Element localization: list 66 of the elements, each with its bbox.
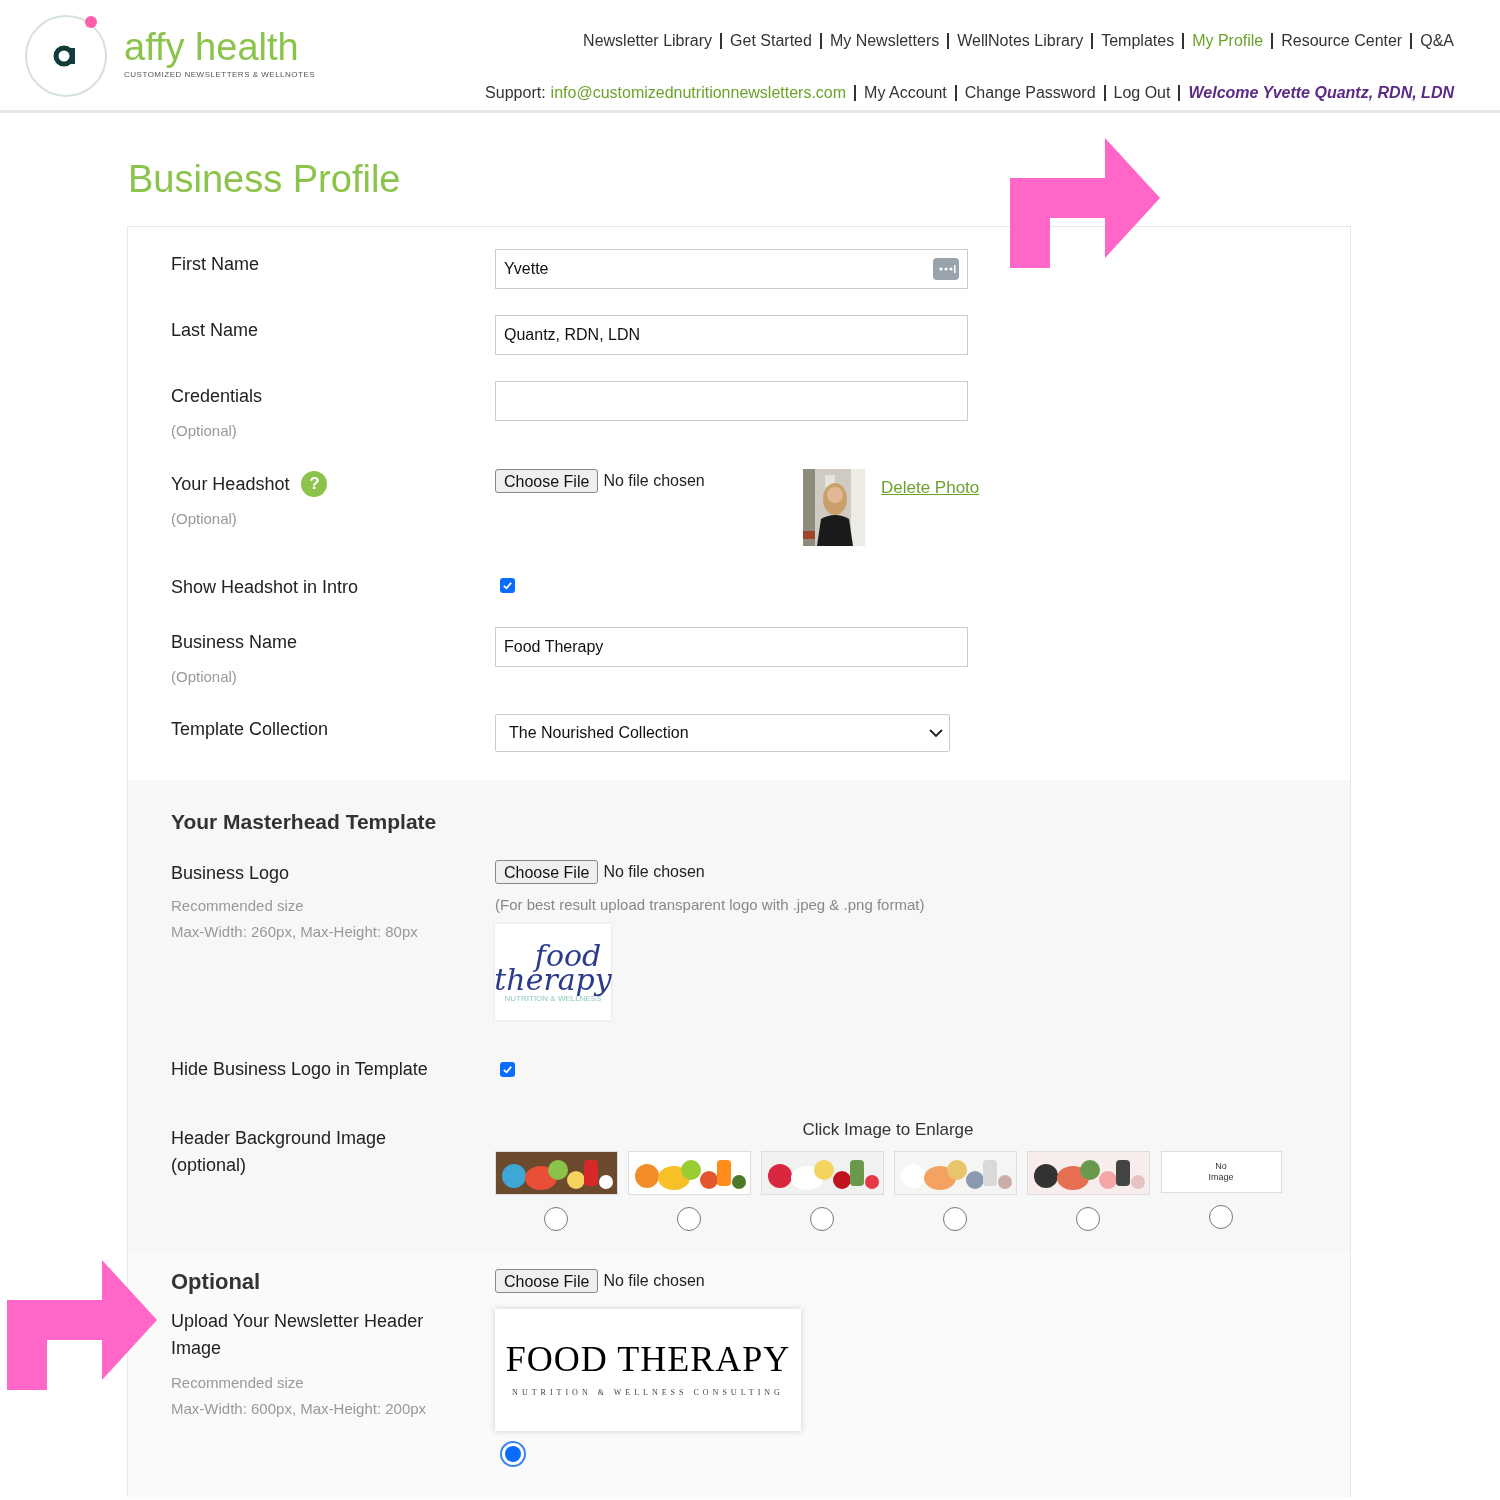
size-hint: Recommended size bbox=[171, 895, 305, 916]
radio-button[interactable] bbox=[810, 1206, 834, 1231]
radio-button[interactable] bbox=[1209, 1204, 1233, 1229]
chevron-down-icon bbox=[929, 728, 943, 738]
choose-file-button[interactable]: Choose File bbox=[495, 859, 599, 884]
brand-name: affy health bbox=[124, 25, 300, 69]
file-status: No file chosen bbox=[603, 1270, 705, 1291]
account-link[interactable]: Change Password bbox=[964, 81, 1096, 105]
section-heading: Your Masterhead Template bbox=[171, 809, 438, 835]
account-link[interactable]: My Account bbox=[864, 81, 947, 105]
section-heading: Optional bbox=[171, 1267, 262, 1296]
field-label: Hide Business Logo in Template bbox=[171, 1058, 429, 1081]
optional-hint: (Optional) bbox=[171, 666, 238, 687]
radio-button[interactable] bbox=[943, 1206, 967, 1231]
checkbox[interactable] bbox=[500, 1062, 515, 1077]
radio-button[interactable] bbox=[544, 1206, 568, 1231]
field-label: Show Headshot in Intro bbox=[171, 575, 359, 599]
header-image: FOOD THERAPY NUTRITION & WELLNESS CONSULTING bbox=[495, 1308, 801, 1431]
logo-icon bbox=[24, 12, 110, 98]
page-title: Business Profile bbox=[128, 157, 402, 202]
nav-link[interactable]: Templates bbox=[1101, 29, 1175, 53]
radio-button[interactable] bbox=[677, 1206, 701, 1231]
field-label: (optional) bbox=[171, 1154, 248, 1177]
enlarge-caption: Click Image to Enlarge bbox=[802, 1119, 974, 1141]
nav-link[interactable]: Newsletter Library bbox=[583, 29, 713, 53]
field-label: Template Collection bbox=[171, 718, 329, 741]
field-label: Your Headshot bbox=[171, 472, 290, 496]
template-select[interactable]: The Nourished Collection bbox=[495, 714, 950, 752]
file-status: No file chosen bbox=[603, 470, 705, 491]
optional-hint: (Optional) bbox=[171, 421, 238, 441]
nav-link[interactable]: Q&A bbox=[1420, 29, 1454, 53]
field-label: First Name bbox=[171, 253, 259, 276]
size-hint: Max-Width: 260px, Max-Height: 80px bbox=[171, 922, 419, 942]
nav-link[interactable]: Get Started bbox=[730, 29, 812, 53]
brand-tagline: CUSTOMIZED NEWSLETTERS & WELLNOTES bbox=[124, 69, 316, 81]
size-hint: Max-Width: 600px, Max-Height: 200px bbox=[171, 1399, 428, 1419]
text-field[interactable]: Yvette bbox=[495, 249, 968, 289]
file-status: No file chosen bbox=[603, 861, 705, 882]
no-image-placeholder[interactable]: No Image bbox=[1161, 1151, 1281, 1192]
welcome-text: Welcome Yvette Quantz, RDN, LDN bbox=[1188, 83, 1454, 103]
choose-file-button[interactable]: Choose File bbox=[495, 1268, 599, 1293]
field-label: Business Logo bbox=[171, 861, 291, 885]
check-icon bbox=[502, 1064, 513, 1075]
field-label: Header Background Image bbox=[171, 1127, 388, 1150]
text-field[interactable]: Quantz, RDN, LDN bbox=[495, 315, 968, 355]
text-field[interactable]: Food Therapy bbox=[495, 626, 968, 667]
support-label: Support: bbox=[485, 83, 546, 103]
radio-button[interactable] bbox=[500, 1440, 526, 1467]
field-label: Business Name bbox=[171, 630, 298, 654]
size-hint: Recommended size bbox=[171, 1372, 305, 1393]
logo-image: food therapy NUTRITION & WELLNESS bbox=[495, 924, 611, 1020]
account-link[interactable]: Log Out bbox=[1113, 81, 1171, 105]
nav-link[interactable]: WellNotes Library bbox=[957, 29, 1084, 53]
field-label: Last Name bbox=[171, 319, 259, 342]
checkbox[interactable] bbox=[500, 577, 515, 593]
upload-note: (For best result upload transparent logo with .jpeg & .png format) bbox=[495, 894, 925, 915]
radio-button[interactable] bbox=[1076, 1206, 1100, 1231]
check-icon bbox=[502, 579, 513, 591]
nav-link[interactable]: My Newsletters bbox=[829, 29, 940, 53]
choose-file-button[interactable]: Choose File bbox=[495, 468, 599, 493]
nav-link[interactable]: Resource Center bbox=[1281, 29, 1403, 53]
field-label: Upload Your Newsletter Header Image bbox=[171, 1309, 425, 1360]
autofill-icon[interactable] bbox=[933, 258, 959, 280]
text-field[interactable] bbox=[495, 381, 968, 421]
optional-hint: (Optional) bbox=[171, 508, 238, 529]
field-label: Credentials bbox=[171, 385, 263, 408]
